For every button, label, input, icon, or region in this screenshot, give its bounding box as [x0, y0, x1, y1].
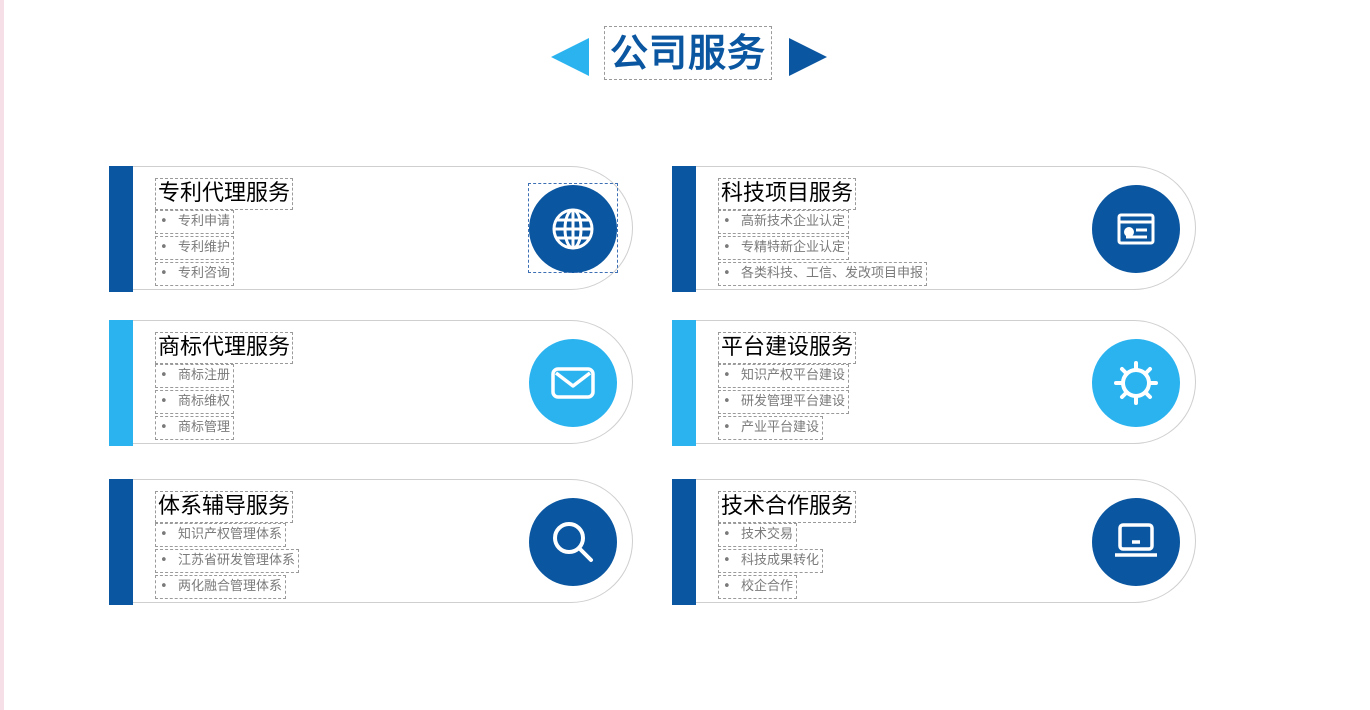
list-item: • 两化融合管理体系 — [155, 575, 287, 599]
list-item: • 江苏省研发管理体系 — [155, 549, 300, 573]
card-title: 专利代理服务 — [155, 178, 294, 210]
card-title: 平台建设服务 — [718, 332, 857, 364]
service-card-tech-project[interactable]: 科技项目服务 • 高新技术企业认定 • 专精特新企业认定 • 各类科技、工信、发改项目… — [672, 166, 1198, 292]
left-edge-strip — [0, 0, 4, 710]
list-item: • 专利申请 — [155, 210, 235, 234]
service-card-system[interactable]: 体系辅导服务 • 知识产权管理体系 • 江苏省研发管理体系 • 两化融合管理体系 — [109, 479, 635, 605]
card-accent-bar — [672, 166, 696, 292]
card-item-list: • 知识产权平台建设 • 研发管理平台建设 • 产业平台建设 — [718, 364, 850, 442]
card-accent-bar — [672, 479, 696, 605]
service-card-cooperation[interactable]: 技术合作服务 • 技术交易 • 科技成果转化 • 校企合作 — [672, 479, 1198, 605]
card-accent-bar — [109, 479, 133, 605]
list-item: • 专利维护 — [155, 236, 235, 260]
gear-icon[interactable] — [1092, 339, 1180, 427]
service-card-trademark[interactable]: 商标代理服务 • 商标注册 • 商标维权 • 商标管理 — [109, 320, 635, 446]
list-item: • 知识产权平台建设 — [718, 364, 850, 388]
list-item: • 专利咨询 — [155, 262, 235, 286]
card-item-list: • 知识产权管理体系 • 江苏省研发管理体系 • 两化融合管理体系 — [155, 523, 300, 601]
card-item-list: • 商标注册 • 商标维权 • 商标管理 — [155, 364, 235, 442]
card-title: 体系辅导服务 — [155, 491, 294, 523]
list-item: • 商标管理 — [155, 416, 235, 440]
search-icon[interactable] — [529, 498, 617, 586]
laptop-icon[interactable] — [1092, 498, 1180, 586]
list-item: • 校企合作 — [718, 575, 798, 599]
page-title: 公司服务 — [604, 26, 772, 80]
card-item-list: • 高新技术企业认定 • 专精特新企业认定 • 各类科技、工信、发改项目申报 — [718, 210, 928, 288]
section-header: 公司服务 — [0, 24, 1370, 84]
card-accent-bar — [109, 320, 133, 446]
list-item: • 各类科技、工信、发改项目申报 — [718, 262, 928, 286]
card-title: 商标代理服务 — [155, 332, 294, 364]
list-item: • 科技成果转化 — [718, 549, 824, 573]
card-title: 科技项目服务 — [718, 178, 857, 210]
service-card-platform[interactable]: 平台建设服务 • 知识产权平台建设 • 研发管理平台建设 • 产业平台建设 — [672, 320, 1198, 446]
left-arrow-icon — [551, 38, 589, 76]
list-item: • 产业平台建设 — [718, 416, 824, 440]
list-item: • 商标注册 — [155, 364, 235, 388]
list-item: • 商标维权 — [155, 390, 235, 414]
service-card-patent[interactable]: 专利代理服务 • 专利申请 • 专利维护 • 专利咨询 — [109, 166, 635, 292]
list-item: • 专精特新企业认定 — [718, 236, 850, 260]
card-accent-bar — [672, 320, 696, 446]
list-item: • 技术交易 — [718, 523, 798, 547]
id-card-icon[interactable] — [1092, 185, 1180, 273]
list-item: • 研发管理平台建设 — [718, 390, 850, 414]
card-accent-bar — [109, 166, 133, 292]
card-title: 技术合作服务 — [718, 491, 857, 523]
list-item: • 高新技术企业认定 — [718, 210, 850, 234]
list-item: • 知识产权管理体系 — [155, 523, 287, 547]
card-item-list: • 技术交易 • 科技成果转化 • 校企合作 — [718, 523, 824, 601]
card-item-list: • 专利申请 • 专利维护 • 专利咨询 — [155, 210, 235, 288]
mail-icon[interactable] — [529, 339, 617, 427]
selection-box — [528, 183, 618, 273]
right-arrow-icon — [789, 38, 827, 76]
